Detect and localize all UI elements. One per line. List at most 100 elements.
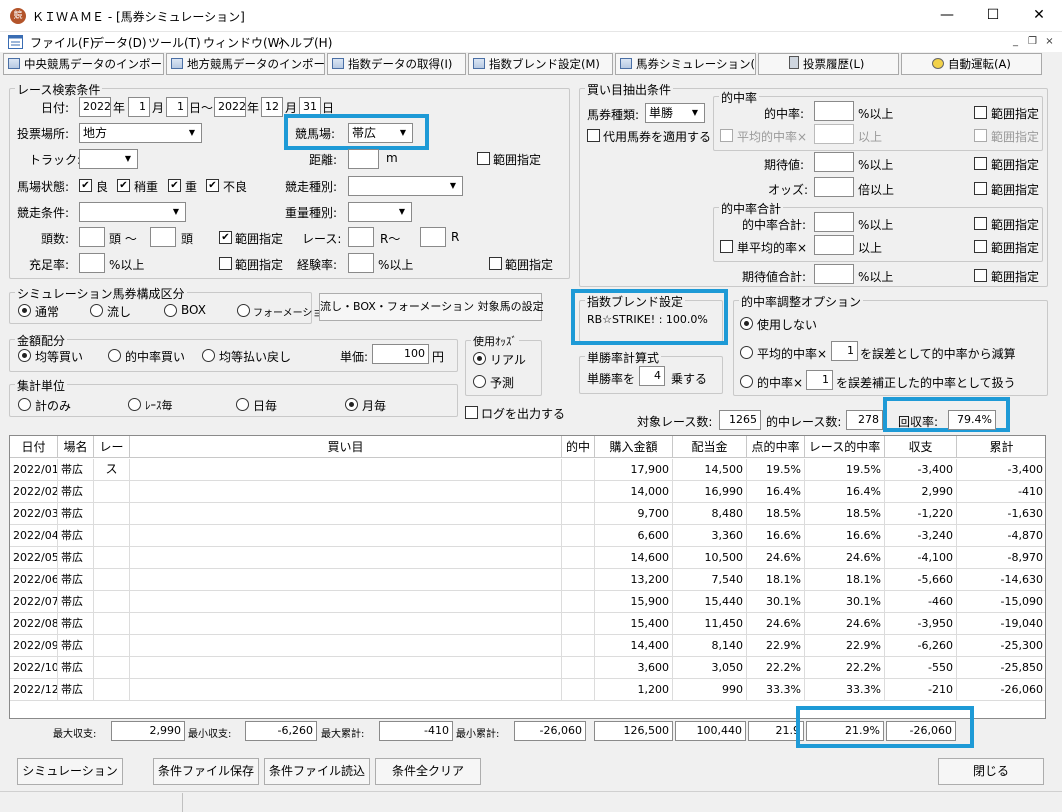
clear-conditions-button[interactable]: 条件全クリア bbox=[375, 758, 481, 785]
table-cell[interactable]: 14,000 bbox=[595, 481, 673, 503]
table-cell[interactable] bbox=[130, 481, 562, 503]
table-cell[interactable]: 帯広 bbox=[58, 481, 94, 503]
table-cell[interactable] bbox=[562, 525, 595, 547]
table-cell[interactable] bbox=[94, 547, 130, 569]
heads-min-input[interactable] bbox=[79, 227, 105, 247]
table-cell[interactable]: -15,090 bbox=[957, 591, 1045, 613]
table-cell[interactable] bbox=[562, 481, 595, 503]
track-select[interactable]: ▼ bbox=[79, 149, 138, 169]
odds-real-radio[interactable] bbox=[473, 352, 486, 365]
single-avg-input[interactable] bbox=[814, 235, 854, 255]
auto-run-button[interactable]: 自動運転(A) bbox=[901, 53, 1042, 75]
table-cell[interactable]: -19,040 bbox=[957, 613, 1045, 635]
table-cell[interactable]: -210 bbox=[885, 679, 957, 701]
mdi-close-button[interactable]: × bbox=[1042, 35, 1057, 49]
table-cell[interactable]: 24.6% bbox=[747, 613, 805, 635]
fetch-index-button[interactable]: 指数データの取得(I) bbox=[327, 53, 466, 75]
table-cell[interactable] bbox=[94, 679, 130, 701]
experience-input[interactable] bbox=[348, 253, 374, 273]
odds-range-checkbox[interactable] bbox=[974, 182, 987, 195]
table-cell[interactable]: 1,200 bbox=[595, 679, 673, 701]
table-cell[interactable] bbox=[562, 635, 595, 657]
start-month-input[interactable]: 1 bbox=[128, 97, 150, 117]
heads-range-checkbox[interactable]: ✔ bbox=[219, 231, 232, 244]
menu-help[interactable]: ヘルプ(H) bbox=[278, 34, 332, 51]
weight-type-select[interactable]: ▼ bbox=[348, 202, 412, 222]
table-cell[interactable] bbox=[562, 679, 595, 701]
column-header[interactable]: レース bbox=[94, 436, 130, 476]
distance-range-checkbox[interactable] bbox=[477, 152, 490, 165]
table-cell[interactable]: -4,870 bbox=[957, 525, 1045, 547]
table-cell[interactable]: 13,200 bbox=[595, 569, 673, 591]
mdi-minimize-button[interactable]: _ bbox=[1008, 35, 1023, 49]
odds-input[interactable] bbox=[814, 177, 854, 197]
menu-data[interactable]: データ(D) bbox=[92, 34, 147, 51]
table-cell[interactable]: -14,630 bbox=[957, 569, 1045, 591]
table-cell[interactable]: 18.5% bbox=[805, 503, 885, 525]
baba-bad-checkbox[interactable]: ✔ bbox=[206, 179, 219, 192]
table-cell[interactable]: -25,850 bbox=[957, 657, 1045, 679]
table-cell[interactable]: 帯広 bbox=[58, 635, 94, 657]
table-cell[interactable]: 2022/12 bbox=[10, 679, 58, 701]
minimize-button[interactable]: — bbox=[924, 0, 970, 32]
table-cell[interactable]: 24.6% bbox=[805, 547, 885, 569]
maximize-button[interactable]: ☐ bbox=[970, 0, 1016, 32]
table-cell[interactable]: 22.9% bbox=[805, 635, 885, 657]
table-cell[interactable] bbox=[130, 635, 562, 657]
table-cell[interactable]: 16,990 bbox=[673, 481, 747, 503]
baba-good-checkbox[interactable]: ✔ bbox=[79, 179, 92, 192]
table-cell[interactable] bbox=[94, 525, 130, 547]
table-cell[interactable]: 14,400 bbox=[595, 635, 673, 657]
end-year-input[interactable]: 2022 bbox=[214, 97, 246, 117]
table-cell[interactable] bbox=[130, 569, 562, 591]
baba-slightly-heavy-checkbox[interactable]: ✔ bbox=[117, 179, 130, 192]
table-cell[interactable]: 帯広 bbox=[58, 591, 94, 613]
agg-race-radio[interactable] bbox=[128, 398, 141, 411]
table-cell[interactable]: 24.6% bbox=[747, 547, 805, 569]
table-cell[interactable]: 24.6% bbox=[805, 613, 885, 635]
table-cell[interactable]: 2022/03 bbox=[10, 503, 58, 525]
table-cell[interactable] bbox=[94, 657, 130, 679]
hit-sum-input[interactable] bbox=[814, 212, 854, 232]
table-cell[interactable]: 18.1% bbox=[805, 569, 885, 591]
table-cell[interactable] bbox=[562, 591, 595, 613]
vote-history-button[interactable]: 投票履歴(L) bbox=[758, 53, 899, 75]
ev-sum-range-checkbox[interactable] bbox=[974, 269, 987, 282]
agg-month-radio[interactable] bbox=[345, 398, 358, 411]
table-cell[interactable]: 15,440 bbox=[673, 591, 747, 613]
hit-range-checkbox[interactable] bbox=[974, 106, 987, 119]
table-cell[interactable]: 帯広 bbox=[58, 679, 94, 701]
mdi-restore-button[interactable]: ❐ bbox=[1025, 35, 1040, 49]
table-cell[interactable]: 7,540 bbox=[673, 569, 747, 591]
table-cell[interactable]: -550 bbox=[885, 657, 957, 679]
save-conditions-button[interactable]: 条件ファイル保存 bbox=[153, 758, 259, 785]
table-cell[interactable]: 帯広 bbox=[58, 503, 94, 525]
column-header[interactable]: 日付 bbox=[10, 436, 58, 458]
table-cell[interactable] bbox=[562, 657, 595, 679]
target-horse-settings-button[interactable]: 流し・BOX・フォーメーション 対象馬の設定 bbox=[319, 293, 544, 321]
table-cell[interactable] bbox=[130, 613, 562, 635]
table-cell[interactable]: 帯広 bbox=[58, 547, 94, 569]
table-cell[interactable]: 16.6% bbox=[805, 525, 885, 547]
table-cell[interactable] bbox=[130, 657, 562, 679]
table-cell[interactable]: 33.3% bbox=[805, 679, 885, 701]
single-avg-checkbox[interactable] bbox=[720, 240, 733, 253]
table-cell[interactable] bbox=[130, 547, 562, 569]
table-cell[interactable]: 8,480 bbox=[673, 503, 747, 525]
avg-hit-range-checkbox[interactable] bbox=[974, 129, 987, 142]
table-cell[interactable]: 帯広 bbox=[58, 459, 94, 481]
menu-window[interactable]: ウィンドウ(W) bbox=[203, 34, 284, 51]
expected-value-input[interactable] bbox=[814, 152, 854, 172]
table-cell[interactable]: 2,990 bbox=[885, 481, 957, 503]
table-cell[interactable]: 10,500 bbox=[673, 547, 747, 569]
money-hit-radio[interactable] bbox=[108, 349, 121, 362]
close-button[interactable]: 閉じる bbox=[938, 758, 1044, 785]
money-even-radio[interactable] bbox=[18, 349, 31, 362]
fill-range-checkbox[interactable] bbox=[219, 257, 232, 270]
table-cell[interactable]: 16.4% bbox=[805, 481, 885, 503]
table-cell[interactable]: 11,450 bbox=[673, 613, 747, 635]
start-year-input[interactable]: 2022 bbox=[79, 97, 111, 117]
money-payout-radio[interactable] bbox=[202, 349, 215, 362]
table-cell[interactable]: 2022/05 bbox=[10, 547, 58, 569]
end-month-input[interactable]: 12 bbox=[261, 97, 283, 117]
